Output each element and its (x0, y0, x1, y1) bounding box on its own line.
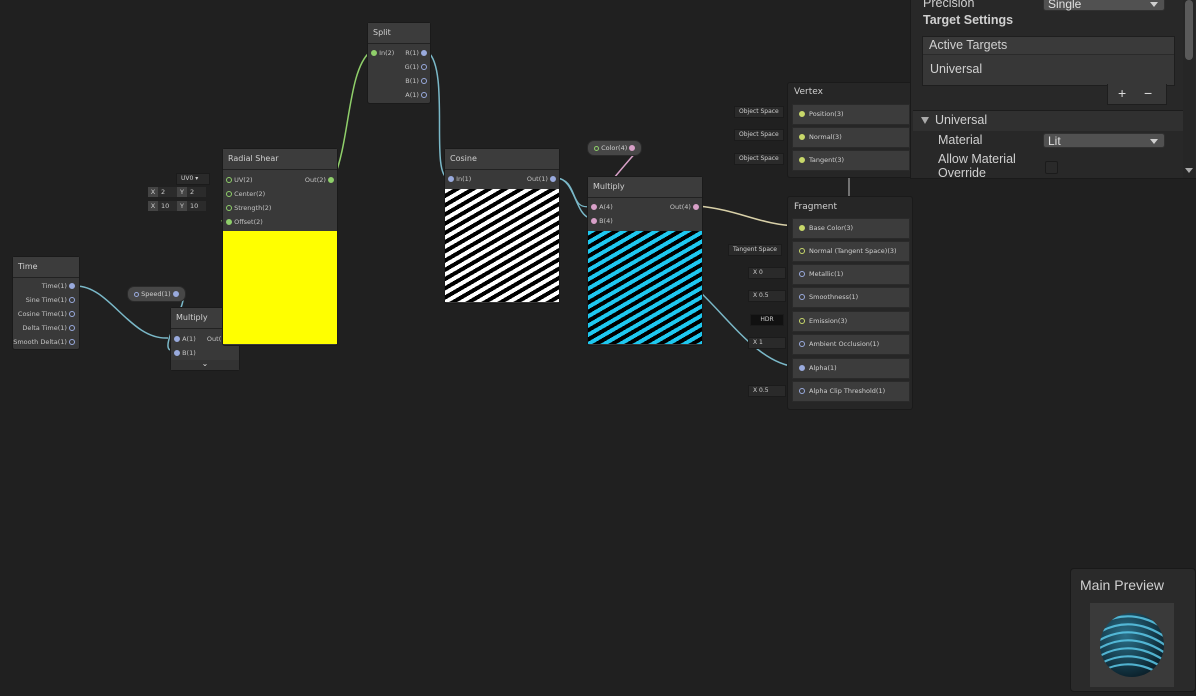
target-settings-heading: Target Settings (923, 13, 1014, 27)
vertex-normal-space[interactable]: Object Space (734, 129, 784, 141)
precision-dropdown[interactable]: Single (1043, 0, 1165, 11)
radial-shear-node[interactable]: Radial Shear UV(2) Center(2) Strength(2)… (222, 148, 338, 346)
allow-override-checkbox[interactable] (1045, 161, 1058, 174)
output-port[interactable]: B(1) (405, 76, 427, 86)
target-item[interactable]: Universal (923, 55, 1174, 83)
add-target-button[interactable]: + (1118, 85, 1126, 101)
output-port[interactable]: G(1) (405, 62, 427, 72)
uv-channel-dropdown[interactable]: UV0 ▾ (176, 173, 210, 185)
vertex-position-row[interactable]: Position(3) (792, 104, 910, 125)
fragment-ao-row[interactable]: Ambient Occlusion(1) (792, 334, 910, 355)
cosine-stripe-preview (445, 189, 559, 302)
material-dropdown[interactable]: Lit (1043, 133, 1165, 148)
vertex-block[interactable]: Vertex Position(3) Normal(3) Tangent(3) (787, 82, 913, 178)
vertex-position-space[interactable]: Object Space (734, 106, 784, 118)
vertex-normal-row[interactable]: Normal(3) (792, 127, 910, 148)
time-node[interactable]: Time Time(1) Sine Time(1) Cosine Time(1)… (12, 256, 80, 350)
input-port-uv[interactable]: UV(2) (226, 175, 253, 185)
center-x-field[interactable]: X2 (148, 187, 177, 197)
cyan-stripe-preview (588, 231, 702, 344)
fragment-metallic-value[interactable]: X 0 (748, 267, 786, 279)
shader-graph-canvas[interactable]: Time Time(1) Sine Time(1) Cosine Time(1)… (0, 0, 1196, 696)
fragment-emission-row[interactable]: Emission(3) (792, 311, 910, 332)
fragment-alpha-clip-value[interactable]: X 0.5 (748, 385, 786, 397)
chevron-down-icon (1150, 139, 1158, 144)
center-y-field[interactable]: Y2 (177, 187, 206, 197)
allow-override-label: Allow Material Override (938, 152, 1016, 180)
input-port-a[interactable]: A(1) (174, 334, 196, 344)
wire-radial-to-split (333, 51, 371, 179)
graph-inspector: Precision Single Target Settings Active … (910, 0, 1196, 180)
fragment-normal-row[interactable]: Normal (Tangent Space)(3) (792, 241, 910, 262)
fragment-title: Fragment (794, 202, 837, 212)
preview-viewport[interactable] (1090, 603, 1174, 687)
vertex-tangent-row[interactable]: Tangent(3) (792, 150, 910, 171)
output-port[interactable]: A(1) (405, 90, 427, 100)
inspector-scrollbar[interactable] (1183, 0, 1195, 178)
input-port-center[interactable]: Center(2) (226, 189, 265, 199)
multiply-node-2[interactable]: Multiply A(4) B(4) Out(4) (587, 176, 703, 346)
color-property-node[interactable]: Color(4) (587, 140, 643, 156)
output-port[interactable]: Out(1) (527, 174, 556, 184)
active-targets-list: Active Targets Universal (922, 36, 1175, 86)
preview-sphere-icon (1100, 613, 1164, 677)
output-port[interactable]: Out(2) (305, 175, 334, 185)
node-title: Multiply (588, 177, 702, 198)
scrollbar-thumb[interactable] (1185, 0, 1193, 60)
fragment-block[interactable]: Fragment Base Color(3) Normal (Tangent S… (787, 196, 913, 410)
input-port-strength[interactable]: Strength(2) (226, 203, 271, 213)
output-port[interactable]: Smooth Delta(1) (13, 337, 75, 347)
main-preview-title: Main Preview (1080, 577, 1165, 593)
input-port-offset[interactable]: Offset(2) (226, 217, 263, 227)
fragment-alpha-row[interactable]: Alpha(1) (792, 358, 910, 379)
strength-y-field[interactable]: Y 10 (177, 201, 206, 211)
node-title: Time (13, 257, 79, 278)
fragment-smoothness-row[interactable]: Smoothness(1) (792, 287, 910, 308)
input-port[interactable]: In(1) (448, 174, 471, 184)
wire-cosine-to-multiply (555, 177, 591, 219)
cosine-node[interactable]: Cosine In(1) Out(1) (444, 148, 560, 304)
precision-label: Precision (923, 0, 975, 10)
main-preview-panel[interactable]: Main Preview (1070, 568, 1196, 692)
strength-x-field[interactable]: X 10 (148, 201, 177, 211)
input-port-b[interactable]: B(1) (174, 348, 196, 358)
scroll-down-arrow-icon[interactable] (1185, 168, 1193, 173)
output-port[interactable]: Sine Time(1) (26, 295, 75, 305)
vertex-tangent-space[interactable]: Object Space (734, 153, 784, 165)
universal-section-header[interactable]: Universal (913, 110, 1183, 131)
node-title: Cosine (445, 149, 559, 170)
fragment-alpha-clip-row[interactable]: Alpha Clip Threshold(1) (792, 381, 910, 402)
fragment-ao-value[interactable]: X 1 (748, 337, 786, 349)
active-targets-header: Active Targets (923, 37, 1174, 55)
expand-chevron-icon[interactable]: ⌄ (171, 360, 239, 370)
wire-multiply-to-basecolor (697, 205, 799, 227)
fragment-base-color-row[interactable]: Base Color(3) (792, 218, 910, 239)
fragment-smoothness-value[interactable]: X 0.5 (748, 290, 786, 302)
chevron-down-icon (1150, 2, 1158, 7)
fragment-emission-hdr[interactable]: HDR (750, 314, 784, 326)
input-port[interactable]: In(2) (371, 48, 394, 58)
yellow-preview (223, 231, 337, 344)
output-port[interactable]: Out(4) (670, 202, 699, 212)
output-port[interactable]: Delta Time(1) (22, 323, 75, 333)
remove-target-button[interactable]: − (1144, 85, 1152, 101)
output-port[interactable]: R(1) (405, 48, 427, 58)
list-footer: + − (1107, 84, 1167, 105)
node-title: Split (368, 23, 430, 44)
split-node[interactable]: Split In(2) R(1) G(1) B(1) A(1) (367, 22, 431, 104)
output-port[interactable]: Time(1) (42, 281, 75, 291)
input-port-a[interactable]: A(4) (591, 202, 613, 212)
fragment-normal-space[interactable]: Tangent Space (728, 244, 782, 256)
material-label: Material (938, 133, 983, 147)
foldout-arrow-icon (921, 117, 929, 124)
vertex-title: Vertex (794, 87, 823, 97)
fragment-metallic-row[interactable]: Metallic(1) (792, 264, 910, 285)
node-title: Radial Shear (223, 149, 337, 170)
speed-property-node[interactable]: Speed(1) (127, 286, 186, 302)
input-port-b[interactable]: B(4) (591, 216, 613, 226)
output-port[interactable]: Cosine Time(1) (18, 309, 75, 319)
